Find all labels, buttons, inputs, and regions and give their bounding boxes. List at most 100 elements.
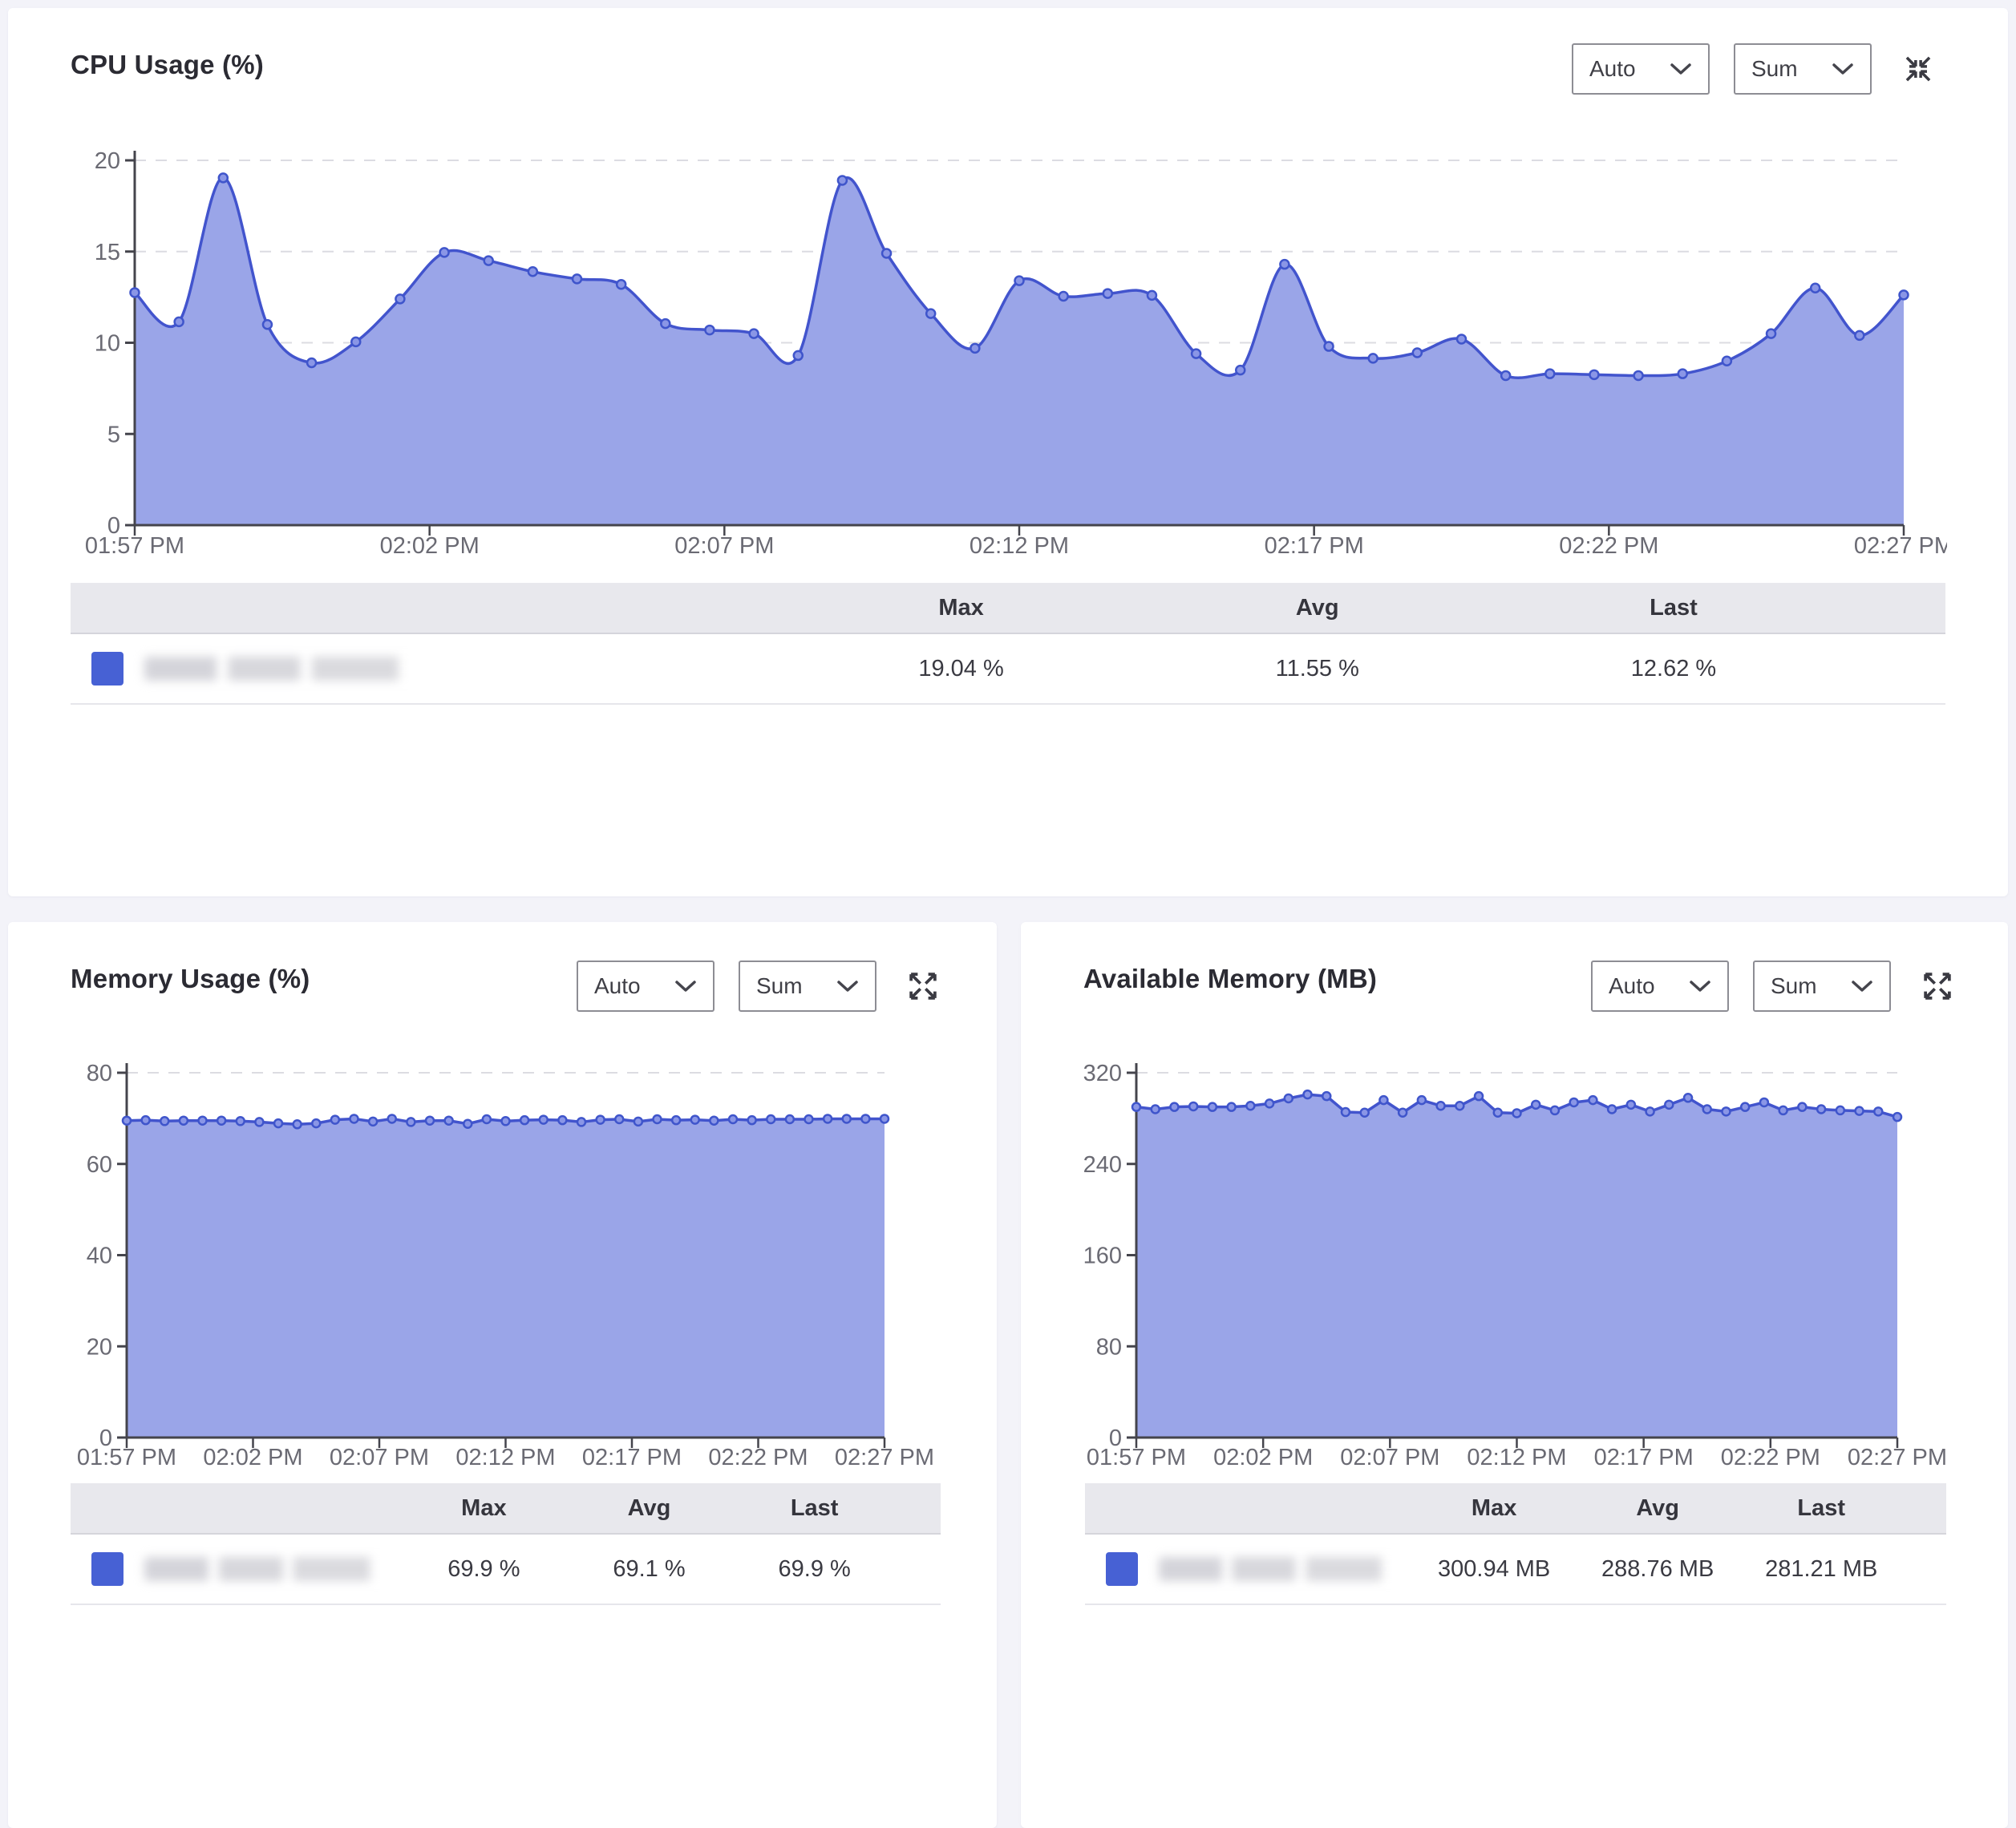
expand-icon: [1922, 971, 1953, 1001]
operation-select[interactable]: Sum: [1734, 43, 1872, 95]
panel-controls: Auto Sum: [577, 961, 944, 1012]
stats-header-last: Last: [1496, 595, 1852, 621]
svg-text:02:12 PM: 02:12 PM: [455, 1445, 555, 1470]
series-legend: [71, 652, 783, 686]
collapse-icon: [1904, 55, 1933, 83]
chevron-down-icon: [674, 980, 697, 993]
svg-text:02:27 PM: 02:27 PM: [1854, 533, 1947, 559]
series-stats-row[interactable]: 300.94 MB 288.76 MB 281.21 MB: [1085, 1535, 1946, 1605]
stats-header-avg: Avg: [566, 1495, 731, 1522]
expand-panel-button[interactable]: [1917, 965, 1958, 1007]
svg-text:01:57 PM: 01:57 PM: [1087, 1445, 1186, 1470]
stat-max-value: 300.94 MB: [1412, 1556, 1576, 1583]
operation-select-value: Sum: [1771, 973, 1817, 999]
stat-last-value: 69.9 %: [732, 1556, 897, 1583]
panel-title: Available Memory (MB): [1083, 964, 1377, 994]
stats-table-header: Max Avg Last: [1085, 1483, 1946, 1535]
series-color-swatch: [91, 1552, 123, 1586]
svg-text:80: 80: [1096, 1334, 1122, 1360]
operation-select[interactable]: Sum: [1753, 961, 1891, 1012]
aggregation-select-value: Auto: [1589, 56, 1636, 82]
series-stats-table: Max Avg Last 300.94 MB 288.76 MB 281.21 …: [1085, 1483, 1946, 1605]
svg-text:60: 60: [87, 1152, 112, 1178]
svg-text:02:02 PM: 02:02 PM: [1213, 1445, 1313, 1470]
svg-text:02:27 PM: 02:27 PM: [1848, 1445, 1947, 1470]
svg-text:02:02 PM: 02:02 PM: [203, 1445, 302, 1470]
series-color-swatch: [91, 652, 123, 686]
metrics-dashboard: { "colors": { "accent_blue": "#4761d4", …: [0, 0, 2016, 1822]
chevron-down-icon: [1851, 980, 1873, 993]
svg-text:02:17 PM: 02:17 PM: [582, 1445, 682, 1470]
available-memory-panel: Available Memory (MB) Auto Sum 080160240…: [1021, 922, 2008, 1828]
series-label-redacted: [144, 1557, 401, 1581]
stat-avg-value: 69.1 %: [566, 1556, 731, 1583]
aggregation-select[interactable]: Auto: [1572, 43, 1710, 95]
stats-table-header: Max Avg Last: [71, 583, 1945, 634]
svg-text:40: 40: [87, 1244, 112, 1269]
aggregation-select[interactable]: Auto: [1591, 961, 1729, 1012]
available-memory-area-chart: 08016024032001:57 PM02:02 PM02:07 PM02:1…: [1082, 1054, 2004, 1503]
svg-text:240: 240: [1083, 1152, 1122, 1178]
chevron-down-icon: [1689, 980, 1711, 993]
series-stats-table: Max Avg Last 19.04 % 11.55 % 12.62 %: [71, 583, 1945, 705]
series-label-redacted: [144, 657, 433, 681]
chevron-down-icon: [1832, 63, 1854, 75]
series-stats-table: Max Avg Last 69.9 % 69.1 % 69.9 %: [71, 1483, 941, 1605]
svg-text:02:07 PM: 02:07 PM: [330, 1445, 429, 1470]
series-legend: [1085, 1552, 1412, 1586]
stats-header-avg: Avg: [1140, 595, 1496, 621]
svg-text:02:12 PM: 02:12 PM: [970, 533, 1069, 559]
svg-text:02:17 PM: 02:17 PM: [1265, 533, 1364, 559]
svg-text:160: 160: [1083, 1244, 1122, 1269]
stats-header-avg: Avg: [1576, 1495, 1739, 1522]
svg-text:80: 80: [87, 1061, 112, 1086]
svg-text:320: 320: [1083, 1061, 1122, 1086]
svg-text:01:57 PM: 01:57 PM: [77, 1445, 176, 1470]
svg-text:02:22 PM: 02:22 PM: [1559, 533, 1658, 559]
stat-last-value: 281.21 MB: [1739, 1556, 1903, 1583]
series-label-redacted: [1159, 1557, 1412, 1581]
panel-controls: Auto Sum: [1591, 961, 1958, 1012]
operation-select-value: Sum: [1751, 56, 1798, 82]
stat-avg-value: 11.55 %: [1140, 656, 1496, 682]
stats-header-max: Max: [401, 1495, 566, 1522]
stats-header-max: Max: [783, 595, 1139, 621]
stat-max-value: 69.9 %: [401, 1556, 566, 1583]
svg-text:02:22 PM: 02:22 PM: [1721, 1445, 1820, 1470]
operation-select-value: Sum: [756, 973, 803, 999]
svg-text:02:12 PM: 02:12 PM: [1467, 1445, 1566, 1470]
stat-last-value: 12.62 %: [1496, 656, 1852, 682]
stats-table-header: Max Avg Last: [71, 1483, 941, 1535]
svg-text:20: 20: [87, 1334, 112, 1360]
series-legend: [71, 1552, 401, 1586]
stat-avg-value: 288.76 MB: [1576, 1556, 1739, 1583]
series-color-swatch: [1106, 1552, 1138, 1586]
aggregation-select[interactable]: Auto: [577, 961, 715, 1012]
aggregation-select-value: Auto: [594, 973, 641, 999]
series-stats-row[interactable]: 19.04 % 11.55 % 12.62 %: [71, 634, 1945, 705]
aggregation-select-value: Auto: [1609, 973, 1655, 999]
collapse-panel-button[interactable]: [1897, 48, 1939, 90]
chevron-down-icon: [836, 980, 859, 993]
svg-text:10: 10: [95, 331, 120, 357]
expand-icon: [908, 971, 938, 1001]
svg-text:5: 5: [107, 422, 120, 447]
panel-title: Memory Usage (%): [71, 964, 310, 994]
svg-text:02:22 PM: 02:22 PM: [708, 1445, 808, 1470]
cpu-usage-area-chart: 0510152001:57 PM02:02 PM02:07 PM02:12 PM…: [71, 132, 1947, 589]
memory-usage-area-chart: 02040608001:57 PM02:02 PM02:07 PM02:12 P…: [71, 1054, 945, 1503]
svg-text:02:07 PM: 02:07 PM: [1340, 1445, 1439, 1470]
cpu-usage-panel: CPU Usage (%) Auto Sum 0510152001:57 PM0…: [8, 8, 2008, 896]
memory-usage-panel: Memory Usage (%) Auto Sum 02040608001:57…: [8, 922, 997, 1828]
series-stats-row[interactable]: 69.9 % 69.1 % 69.9 %: [71, 1535, 941, 1605]
svg-text:15: 15: [95, 240, 120, 265]
stats-header-last: Last: [1739, 1495, 1903, 1522]
stats-header-last: Last: [732, 1495, 897, 1522]
panel-controls: Auto Sum: [1572, 43, 1939, 95]
expand-panel-button[interactable]: [902, 965, 944, 1007]
operation-select[interactable]: Sum: [739, 961, 876, 1012]
panel-title: CPU Usage (%): [71, 50, 264, 80]
svg-text:01:57 PM: 01:57 PM: [85, 533, 184, 559]
svg-text:02:17 PM: 02:17 PM: [1594, 1445, 1694, 1470]
chevron-down-icon: [1670, 63, 1692, 75]
